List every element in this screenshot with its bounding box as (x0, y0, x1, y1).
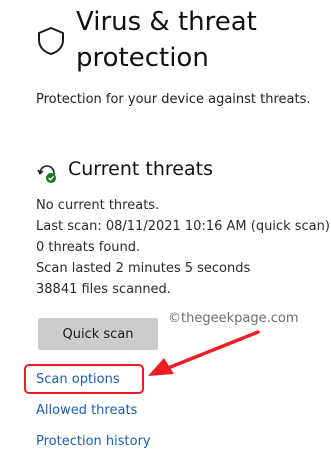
status-no-threats: No current threats. (36, 198, 160, 213)
status-last-scan: Last scan: 08/11/2021 10:16 AM (quick sc… (36, 219, 330, 234)
annotation-arrow-icon (148, 330, 260, 376)
status-scan-duration: Scan lasted 2 minutes 5 seconds (36, 261, 251, 276)
allowed-threats-link[interactable]: Allowed threats (36, 403, 137, 418)
scan-options-link[interactable]: Scan options (36, 372, 120, 387)
section-title-current-threats: Current threats (68, 158, 213, 180)
status-threats-found: 0 threats found. (36, 240, 141, 255)
page-title-line-2: protection (76, 43, 209, 73)
protection-history-link[interactable]: Protection history (36, 434, 151, 449)
status-files-scanned: 38841 files scanned. (36, 282, 171, 297)
watermark: ©thegeekpage.com (168, 311, 299, 326)
page-title: Virus & threat protection (76, 4, 257, 76)
shield-icon (38, 27, 64, 55)
page-title-line-1: Virus & threat (76, 7, 257, 37)
refresh-check-icon (37, 165, 56, 183)
page-subtitle: Protection for your device against threa… (36, 92, 311, 107)
